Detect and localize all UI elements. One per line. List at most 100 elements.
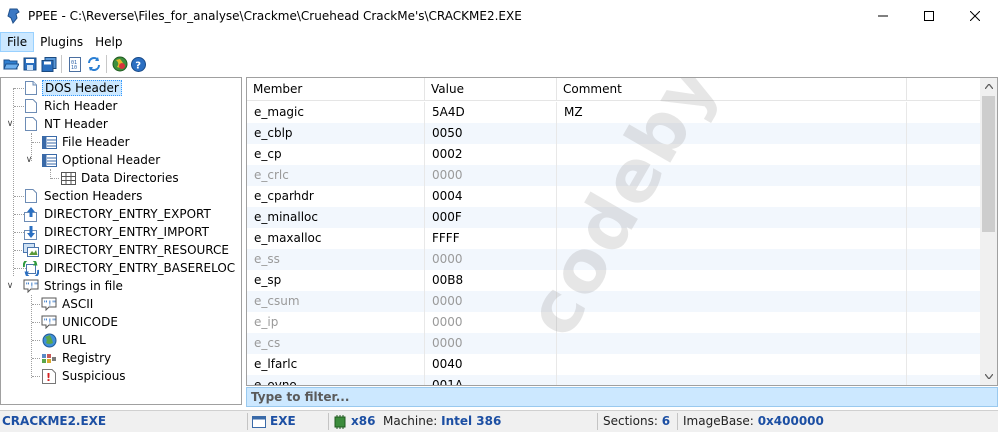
tree-item-data-directories[interactable]: Data Directories xyxy=(60,169,181,187)
menu-plugins-label: Plugins xyxy=(40,35,84,49)
column-header-value[interactable]: Value xyxy=(425,78,557,101)
tree-guide-line xyxy=(32,142,40,143)
column-header-member[interactable]: Member xyxy=(247,78,425,101)
cell-comment xyxy=(557,375,907,385)
tree-item-directory-import[interactable]: DIRECTORY_ENTRY_IMPORT xyxy=(23,223,211,241)
tree-item-strings-in-file[interactable]: "!" Strings in file xyxy=(23,277,125,295)
web-icon[interactable] xyxy=(110,54,129,74)
cell-member: e_lfarlc xyxy=(247,354,425,375)
scroll-down-icon[interactable] xyxy=(980,368,997,385)
tree-item-label: NT Header xyxy=(44,117,108,131)
svg-text:"!": "!" xyxy=(44,300,57,308)
minimize-button[interactable] xyxy=(860,0,906,32)
tree-item-section-headers[interactable]: Section Headers xyxy=(23,187,144,205)
save-all-icon[interactable] xyxy=(39,54,58,74)
chevron-down-icon[interactable]: ∨ xyxy=(24,155,34,165)
chevron-down-icon[interactable]: ∨ xyxy=(5,119,15,129)
tree-guide-line xyxy=(51,178,59,179)
tree-item-directory-basereloc[interactable]: DIRECTORY_ENTRY_BASERELOC xyxy=(23,259,237,277)
cell-value: 0000 xyxy=(425,165,557,186)
cell-comment xyxy=(557,123,907,144)
help-icon[interactable]: ? xyxy=(129,54,148,74)
tree-item-nt-header[interactable]: NT Header xyxy=(23,115,110,133)
cell-comment xyxy=(557,228,907,249)
table-row[interactable]: e_csum 0000 xyxy=(247,291,982,312)
status-separator xyxy=(247,413,248,430)
cell-member: e_sp xyxy=(247,270,425,291)
open-folder-icon[interactable] xyxy=(1,54,20,74)
menu-help[interactable]: Help xyxy=(89,32,128,52)
tree-item-directory-export[interactable]: DIRECTORY_ENTRY_EXPORT xyxy=(23,205,213,223)
cell-value: 0000 xyxy=(425,312,557,333)
table-row[interactable]: e_sp 00B8 xyxy=(247,270,982,291)
cell-comment: MZ xyxy=(557,102,907,123)
maximize-button[interactable] xyxy=(906,0,952,32)
table-row[interactable]: e_crlc 0000 xyxy=(247,165,982,186)
tree-item-suspicious[interactable]: ! Suspicious xyxy=(41,367,128,385)
cell-comment xyxy=(557,333,907,354)
chip-icon xyxy=(333,414,347,429)
grid-icon xyxy=(60,170,76,186)
table-row[interactable]: e_magic 5A4D MZ xyxy=(247,102,982,123)
chevron-down-icon[interactable]: ∨ xyxy=(5,281,15,291)
tree-item-registry[interactable]: Registry xyxy=(41,349,113,367)
table-row[interactable]: e_cp 0002 xyxy=(247,144,982,165)
tree-item-label: URL xyxy=(62,333,86,347)
menu-plugins[interactable]: Plugins xyxy=(34,32,89,52)
close-button[interactable] xyxy=(952,0,998,32)
cell-member: e_csum xyxy=(247,291,425,312)
tree-item-label: Section Headers xyxy=(44,189,143,203)
table-icon xyxy=(41,134,57,150)
refresh-icon[interactable] xyxy=(84,54,103,74)
svg-text:!: ! xyxy=(46,371,51,384)
table-row[interactable]: e_minalloc 000F xyxy=(247,207,982,228)
tree-item-label: Strings in file xyxy=(44,279,123,293)
table-row[interactable]: e_maxalloc FFFF xyxy=(247,228,982,249)
tree-item-ascii[interactable]: "!" ASCII xyxy=(41,295,95,313)
filter-input[interactable] xyxy=(247,388,997,406)
scroll-up-icon[interactable] xyxy=(980,78,997,95)
cell-value: 0000 xyxy=(425,249,557,270)
table-row[interactable]: e_ip 0000 xyxy=(247,312,982,333)
tree-item-directory-resource[interactable]: DIRECTORY_ENTRY_RESOURCE xyxy=(23,241,231,259)
cell-member: e_maxalloc xyxy=(247,228,425,249)
scrollbar-thumb[interactable] xyxy=(982,96,995,232)
tree-item-optional-header[interactable]: Optional Header xyxy=(41,151,162,169)
status-bar: CRACKME2.EXE EXE x86 Machine: Intel 386 … xyxy=(0,410,998,432)
table-row[interactable]: e_lfarlc 0040 xyxy=(247,354,982,375)
title-bar: PPEE - C:\Reverse\Files_for_analyse\Crac… xyxy=(0,0,998,32)
page-icon xyxy=(23,116,39,132)
app-logo-icon xyxy=(6,8,22,24)
toolbar-separator xyxy=(61,55,62,73)
tree-panel[interactable]: ∨ ∨ ∨ DOS Header Rich Header NT Header F… xyxy=(0,77,242,405)
status-arch: x86 xyxy=(333,411,375,432)
table-row[interactable]: e_cblp 0050 xyxy=(247,123,982,144)
members-list[interactable]: Member Value Comment e_magic 5A4D MZ e_cblp… xyxy=(246,77,998,386)
tree-item-url[interactable]: URL xyxy=(41,331,88,349)
tree-item-dos-header[interactable]: DOS Header xyxy=(23,79,122,97)
table-row[interactable]: e_cparhdr 0004 xyxy=(247,186,982,207)
tree-item-label: DIRECTORY_ENTRY_BASERELOC xyxy=(44,261,236,275)
column-header-comment[interactable]: Comment xyxy=(557,78,907,101)
toolbar: 01 10 ? xyxy=(0,52,998,76)
status-filename: CRACKME2.EXE xyxy=(2,411,106,432)
vertical-scrollbar[interactable] xyxy=(980,78,997,385)
cell-member: e_ss xyxy=(247,249,425,270)
filter-bar[interactable] xyxy=(246,387,998,407)
menu-file[interactable]: File xyxy=(0,32,35,52)
status-filename-text: CRACKME2.EXE xyxy=(2,414,107,428)
table-row[interactable]: e_ss 0000 xyxy=(247,249,982,270)
tree-item-rich-header[interactable]: Rich Header xyxy=(23,97,119,115)
table-row[interactable]: e_ovno 001A xyxy=(247,375,982,385)
tree-item-file-header[interactable]: File Header xyxy=(41,133,132,151)
registry-icon xyxy=(41,350,57,366)
table-row[interactable]: e_cs 0000 xyxy=(247,333,982,354)
cell-value: 0050 xyxy=(425,123,557,144)
list-header: Member Value Comment xyxy=(247,78,982,101)
strings-icon: "!" xyxy=(41,314,57,330)
save-icon[interactable] xyxy=(20,54,39,74)
menu-bar: File Plugins Help xyxy=(0,32,998,52)
tree-item-label: Suspicious xyxy=(62,369,126,383)
tree-item-unicode[interactable]: "!" UNICODE xyxy=(41,313,120,331)
hex-view-icon[interactable]: 01 10 xyxy=(65,54,84,74)
